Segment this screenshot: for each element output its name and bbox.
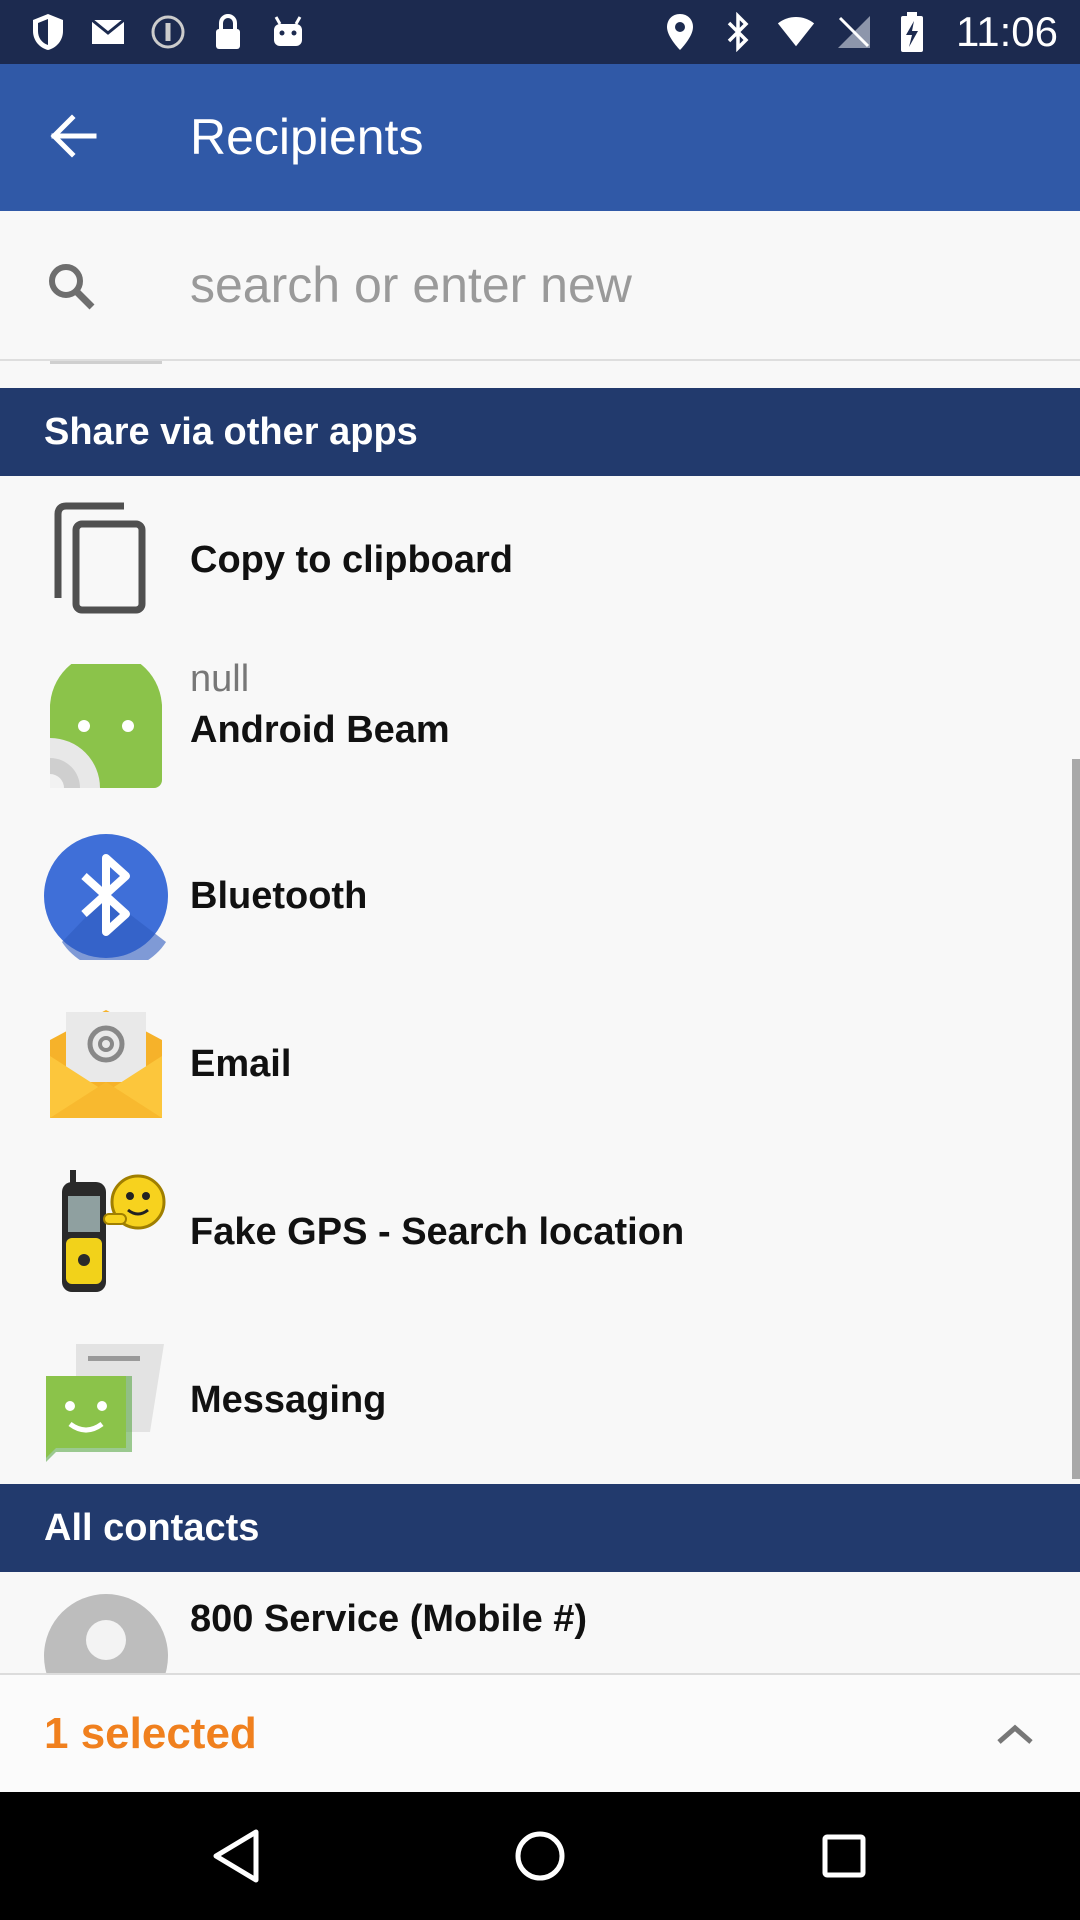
contact-avatar-icon — [42, 1592, 170, 1673]
arrow-back-icon — [50, 113, 98, 163]
recipient-list[interactable]: Share via other apps Copy to clipboard n… — [0, 361, 1080, 1673]
clock: 11:06 — [956, 8, 1058, 55]
contact-item[interactable]: 800 Service (Mobile #) — [0, 1572, 1080, 1673]
list-divider — [50, 361, 162, 364]
app-bar: Recipients — [0, 64, 1080, 211]
share-item-sublabel: null — [190, 658, 250, 700]
email-icon — [42, 1000, 170, 1128]
selection-bar[interactable]: 1 selected — [0, 1673, 1080, 1793]
share-item-email[interactable]: Email — [0, 980, 1080, 1148]
selected-count: 1 selected — [44, 1709, 257, 1758]
location-icon — [660, 12, 700, 52]
nav-recents-icon[interactable] — [804, 1816, 884, 1896]
android-beam-icon — [42, 652, 170, 792]
share-item-clipboard[interactable]: Copy to clipboard — [0, 476, 1080, 644]
back-button[interactable] — [36, 100, 112, 176]
battery-icon — [892, 12, 932, 52]
nav-back-icon[interactable] — [196, 1816, 276, 1896]
bluetooth-icon — [718, 12, 758, 52]
share-item-label: Android Beam — [190, 709, 450, 751]
share-item-label: Copy to clipboard — [190, 538, 513, 581]
nav-home-icon[interactable] — [500, 1816, 580, 1896]
no-signal-icon — [834, 12, 874, 52]
section-header-contacts: All contacts — [0, 1484, 1080, 1572]
lock-icon — [208, 12, 248, 52]
search-input[interactable] — [190, 249, 1030, 321]
bluetooth-app-icon — [42, 832, 170, 971]
shield-icon — [28, 12, 68, 52]
mail-icon — [88, 12, 128, 52]
share-item-fake-gps[interactable]: Fake GPS - Search location — [0, 1148, 1080, 1316]
status-bar: 11:06 — [0, 0, 1080, 64]
share-item-label: Bluetooth — [190, 874, 368, 917]
search-icon — [44, 259, 100, 315]
share-item-android-beam[interactable]: null Android Beam — [0, 644, 1080, 812]
share-item-messaging[interactable]: Messaging — [0, 1316, 1080, 1484]
fake-gps-icon — [42, 1168, 170, 1296]
android-icon — [268, 12, 308, 52]
info-icon — [148, 12, 188, 52]
clipboard-copy-icon — [42, 496, 170, 624]
share-item-label: Email — [190, 1042, 292, 1085]
share-item-label: Messaging — [190, 1378, 387, 1421]
search-bar — [0, 211, 1080, 361]
messaging-icon — [42, 1336, 170, 1464]
scrollbar[interactable] — [1072, 759, 1080, 1479]
wifi-icon — [776, 12, 816, 52]
page-title: Recipients — [190, 109, 424, 165]
share-item-bluetooth[interactable]: Bluetooth — [0, 812, 1080, 980]
section-header-share: Share via other apps — [0, 388, 1080, 476]
navigation-bar — [0, 1792, 1080, 1920]
contact-name: 800 Service (Mobile #) — [190, 1598, 588, 1640]
share-item-label: Fake GPS - Search location — [190, 1210, 685, 1253]
chevron-up-icon[interactable] — [990, 1709, 1040, 1759]
